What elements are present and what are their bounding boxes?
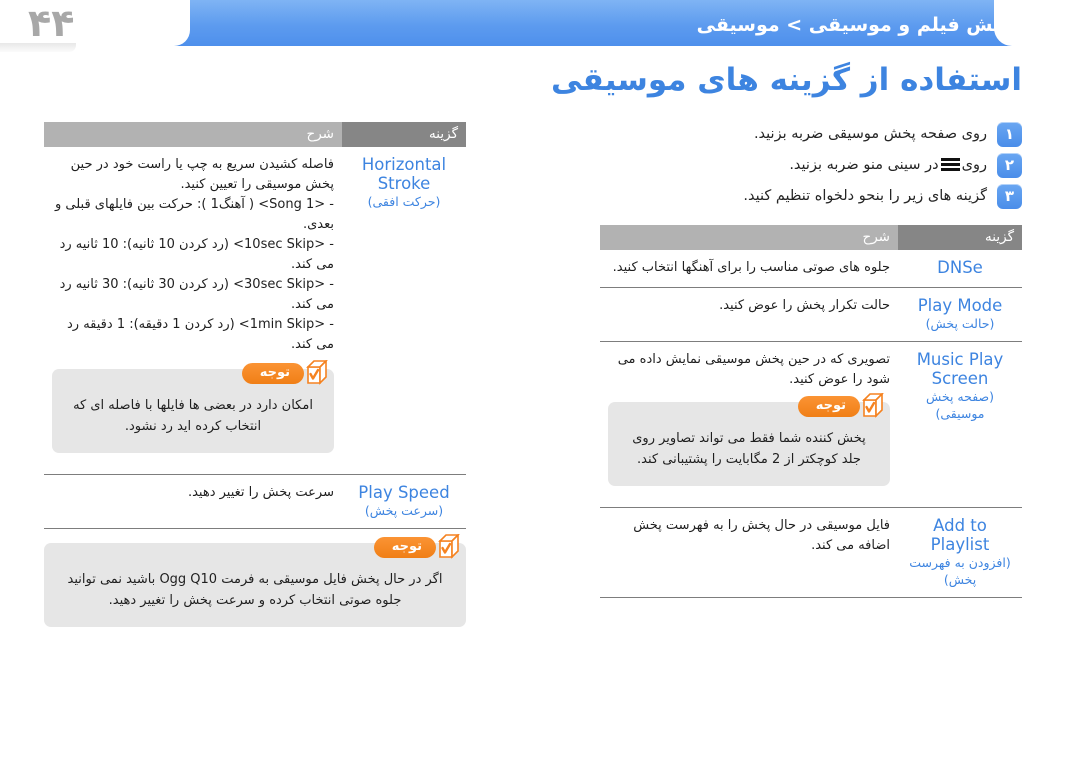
note-badge: توجه bbox=[373, 534, 460, 560]
option-description: سرعت پخش را تغییر دهید. bbox=[44, 474, 342, 529]
option-name-play-mode: Play Mode (حالت پخش) bbox=[898, 287, 1022, 342]
option-bullet: - <1min Skip> (رد کردن 1 دقیقه): 1 دقیقه… bbox=[67, 317, 334, 352]
right-column: ۱ روی صفحه پخش موسیقی ضربه بزنید. ۲ روی د… bbox=[600, 122, 1022, 598]
option-name-music-play-screen: Music Play Screen (صفحه پخش موسیقی) bbox=[898, 341, 1022, 508]
right-options-table: گزینه شرح DNSe جلوه های صوتی مناسب را بر… bbox=[600, 225, 1022, 598]
table-row: Play Speed (سرعت پخش) سرعت پخش را تغییر … bbox=[44, 474, 466, 529]
hamburger-menu-icon bbox=[940, 158, 960, 171]
option-name-add-to-playlist: Add to Playlist (افزودن به فهرست پخش) bbox=[898, 507, 1022, 598]
left-options-table: گزینه شرح Horizontal Stroke (حرکت افقی) … bbox=[44, 122, 466, 529]
note-box-skip-interval: توجه امکان دارد در بعضی ها فایلها با فاص… bbox=[52, 360, 334, 453]
note-badge: توجه bbox=[241, 360, 328, 386]
option-label-fa: (حرکت افقی) bbox=[367, 194, 441, 209]
note-check-box-icon bbox=[436, 534, 462, 560]
option-label-en: Add to Playlist bbox=[930, 516, 990, 554]
table-header-row: گزینه شرح bbox=[44, 122, 466, 147]
breadcrumb: پخش فیلم و موسیقی > موسیقی bbox=[696, 14, 1014, 36]
option-description-text: تصویری که در حین پخش موسیقی نمایش داده م… bbox=[617, 352, 890, 387]
steps-list: ۱ روی صفحه پخش موسیقی ضربه بزنید. ۲ روی د… bbox=[600, 122, 1022, 209]
step-text-3: گزینه های زیر را بنحو دلخواه تنظیم کنید. bbox=[743, 188, 987, 204]
option-description: جلوه های صوتی مناسب را برای آهنگها انتخا… bbox=[600, 250, 898, 288]
step-text-2: روی در سینی منو ضربه بزنید. bbox=[600, 153, 987, 178]
option-label-fa: (افزودن به فهرست پخش) bbox=[909, 555, 1011, 587]
step-text-2-after: در سینی منو ضربه بزنید. bbox=[789, 157, 939, 173]
table-row: Horizontal Stroke (حرکت افقی) فاصله کشید… bbox=[44, 147, 466, 475]
page-header: پخش فیلم و موسیقی > موسیقی bbox=[0, 0, 1080, 48]
table-row: DNSe جلوه های صوتی مناسب را برای آهنگها … bbox=[600, 250, 1022, 288]
page-title: استفاده از گزینه های موسیقی bbox=[551, 62, 1022, 98]
note-check-box-icon bbox=[304, 360, 330, 386]
step-item-1: ۱ روی صفحه پخش موسیقی ضربه بزنید. bbox=[600, 122, 1022, 147]
note-label: توجه bbox=[797, 395, 860, 417]
note-badge: توجه bbox=[797, 393, 884, 419]
option-bullet: - <30sec Skip> (رد کردن 30 ثانیه): 30 ثا… bbox=[59, 277, 334, 312]
option-description: حالت تکرار پخش را عوض کنید. bbox=[600, 287, 898, 342]
header-right-edge bbox=[1022, 0, 1080, 46]
note-label: توجه bbox=[241, 362, 304, 384]
left-column: گزینه شرح Horizontal Stroke (حرکت افقی) … bbox=[44, 122, 466, 639]
page-number-tab-shade bbox=[0, 43, 76, 52]
step-badge-1: ۱ bbox=[997, 122, 1022, 147]
option-name-horizontal-stroke: Horizontal Stroke (حرکت افقی) bbox=[342, 147, 466, 475]
table-row: Add to Playlist (افزودن به فهرست پخش) فا… bbox=[600, 507, 1022, 598]
option-label-fa: (صفحه پخش موسیقی) bbox=[925, 389, 995, 421]
step-item-3: ۳ گزینه های زیر را بنحو دلخواه تنظیم کنی… bbox=[600, 184, 1022, 209]
option-label-en: Play Speed bbox=[358, 483, 450, 502]
option-description: فایل موسیقی در حال پخش را به فهرست پخش ا… bbox=[600, 507, 898, 598]
option-label-fa: (حالت پخش) bbox=[925, 316, 995, 331]
option-bullet: - <10sec Skip> (رد کردن 10 ثانیه): 10 ثا… bbox=[59, 237, 334, 272]
step-text-1: روی صفحه پخش موسیقی ضربه بزنید. bbox=[753, 126, 987, 142]
step-text-2-before: روی bbox=[961, 157, 987, 173]
option-label-en: DNSe bbox=[937, 258, 983, 277]
step-item-2: ۲ روی در سینی منو ضربه بزنید. bbox=[600, 153, 1022, 178]
column-header-option: گزینه bbox=[342, 122, 466, 147]
column-header-option: گزینه bbox=[898, 225, 1022, 250]
column-header-description: شرح bbox=[600, 225, 898, 250]
note-text: اگر در حال پخش فایل موسیقی به فرمت Ogg Q… bbox=[67, 572, 443, 608]
option-label-en: Play Mode bbox=[917, 296, 1003, 315]
step-badge-2: ۲ bbox=[997, 153, 1022, 178]
option-description: فاصله کشیدن سریع به چپ یا راست خود در حی… bbox=[44, 147, 342, 475]
note-check-box-icon bbox=[860, 393, 886, 419]
table-row: Music Play Screen (صفحه پخش موسیقی) تصوی… bbox=[600, 341, 1022, 508]
note-text: امکان دارد در بعضی ها فایلها با فاصله ای… bbox=[73, 398, 313, 434]
note-box-ogg-q10: توجه اگر در حال پخش فایل موسیقی به فرمت … bbox=[44, 534, 466, 627]
note-text: پخش کننده شما فقط می تواند تصاویر روی جل… bbox=[632, 431, 866, 467]
option-label-fa: (سرعت پخش) bbox=[364, 503, 444, 518]
option-bullet: - <1 Song> ( آهنگ1 ): حرکت بین فایلهای ق… bbox=[54, 197, 334, 232]
option-name-dnse: DNSe bbox=[898, 250, 1022, 288]
option-description-intro: فاصله کشیدن سریع به چپ یا راست خود در حی… bbox=[70, 157, 334, 192]
column-header-description: شرح bbox=[44, 122, 342, 147]
note-box-cover-art: توجه پخش کننده شما فقط می تواند تصاویر ر… bbox=[608, 393, 890, 486]
option-label-en: Horizontal Stroke bbox=[361, 155, 447, 193]
step-badge-3: ۳ bbox=[997, 184, 1022, 209]
table-row: Play Mode (حالت پخش) حالت تکرار پخش را ع… bbox=[600, 287, 1022, 342]
option-name-play-speed: Play Speed (سرعت پخش) bbox=[342, 474, 466, 529]
page-number: ۴۴ bbox=[28, 1, 75, 45]
note-label: توجه bbox=[373, 536, 436, 558]
option-description: تصویری که در حین پخش موسیقی نمایش داده م… bbox=[600, 341, 898, 508]
table-header-row: گزینه شرح bbox=[600, 225, 1022, 250]
option-label-en: Music Play Screen bbox=[916, 350, 1004, 388]
